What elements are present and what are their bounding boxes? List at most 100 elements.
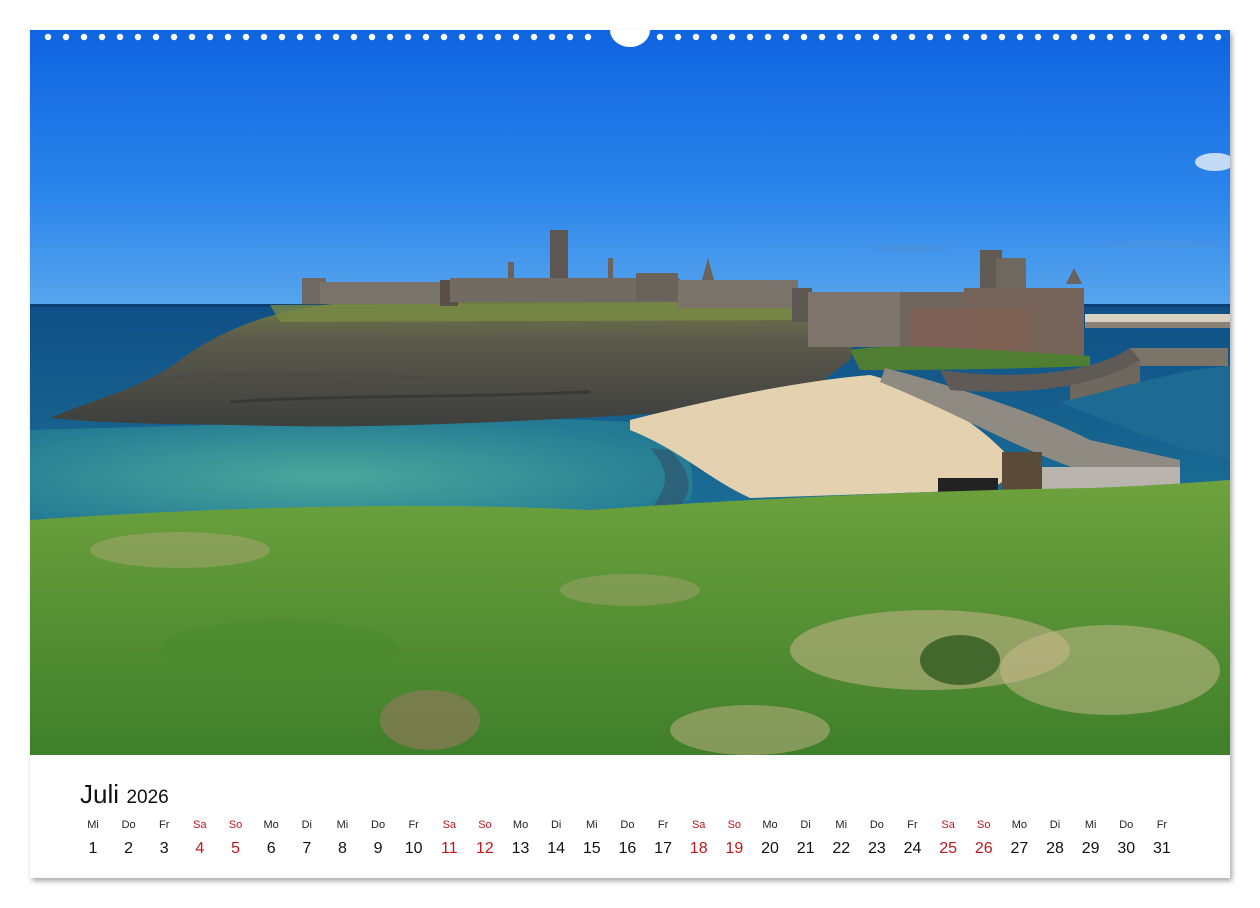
weekday-label: Mo xyxy=(762,819,778,831)
weekday-label: Mi xyxy=(835,819,848,831)
binding-hole xyxy=(836,33,844,41)
binding-hole xyxy=(332,33,340,41)
day-number: 6 xyxy=(266,840,276,857)
binding-hole xyxy=(116,33,124,41)
weekday-label: So xyxy=(977,819,991,831)
weekday-label: Do xyxy=(869,819,884,831)
calendar-page: Juli 2026 Mi 1 Do 2 Fr 3 Sa 4 So 5 Mo 6 Di 7 Mi 8 Do 9 Fr 1… xyxy=(30,30,1230,878)
weekday-label: So xyxy=(727,819,742,831)
month-title: Juli 2026 xyxy=(80,779,169,810)
weekday-label: Mo xyxy=(1011,819,1028,831)
day-number: 22 xyxy=(832,840,851,857)
binding-hole xyxy=(260,33,268,41)
binding-hole xyxy=(800,33,808,41)
binding-hole xyxy=(566,33,574,41)
binding-hole xyxy=(872,33,880,41)
binding-hole xyxy=(350,33,358,41)
weekday-label: Fr xyxy=(408,819,419,831)
binding-hole xyxy=(1160,33,1168,41)
landscape-photo xyxy=(30,30,1230,755)
day-number: 27 xyxy=(1010,840,1029,857)
day-number: 1 xyxy=(88,840,98,857)
day-number: 15 xyxy=(582,840,601,857)
weekday-label: Di xyxy=(301,819,312,831)
weekday-label: Di xyxy=(1049,819,1061,831)
weekday-label: So xyxy=(478,819,492,831)
binding-hole xyxy=(656,33,664,41)
binding-hole xyxy=(1214,33,1222,41)
weekday-label: Mi xyxy=(336,819,349,831)
binding-hole xyxy=(764,33,772,41)
binding-hole xyxy=(1052,33,1060,41)
day-number: 5 xyxy=(231,840,240,857)
weekday-label: Do xyxy=(121,819,136,831)
binding-hole xyxy=(1178,33,1186,41)
binding-hole xyxy=(1088,33,1096,41)
binding-hole xyxy=(998,33,1006,41)
binding-hole xyxy=(494,33,502,41)
day-number: 3 xyxy=(159,840,169,857)
day-number: 20 xyxy=(761,840,779,857)
day-number: 24 xyxy=(903,840,922,857)
binding-hole xyxy=(692,33,700,41)
weekday-label: Mi xyxy=(87,819,99,831)
binding-hole xyxy=(476,33,484,41)
day-number: 12 xyxy=(476,840,494,857)
day-number: 26 xyxy=(974,840,993,857)
binding-hole xyxy=(944,33,952,41)
binding-hole xyxy=(386,33,394,41)
weekday-label: Do xyxy=(620,819,635,831)
day-number: 31 xyxy=(1152,840,1171,857)
weekday-label: Sa xyxy=(691,819,706,831)
day-number: 29 xyxy=(1081,840,1100,857)
year-label: 2026 xyxy=(126,787,169,808)
binding-hole xyxy=(368,33,376,41)
weekday-label: Fr xyxy=(1156,819,1168,831)
weekday-label: Do xyxy=(1119,819,1134,831)
binding-hole xyxy=(1016,33,1024,41)
day-number: 7 xyxy=(302,840,312,857)
weekday-label: Do xyxy=(371,819,386,831)
day-number: 13 xyxy=(511,840,530,857)
day-number: 30 xyxy=(1117,840,1136,857)
binding-hole xyxy=(1034,33,1042,41)
weekday-label: Mo xyxy=(512,819,529,831)
weekday-label: Sa xyxy=(193,819,207,831)
binding-hole xyxy=(746,33,754,41)
day-number: 17 xyxy=(654,840,672,857)
binding-hole xyxy=(584,33,592,41)
weekday-label: Sa xyxy=(442,819,457,831)
binding-hole xyxy=(926,33,934,41)
binding-hole xyxy=(908,33,916,41)
binding-hole xyxy=(242,33,250,41)
binding-hole xyxy=(1070,33,1078,41)
weekday-label: Di xyxy=(800,819,811,831)
binding-hole xyxy=(44,33,52,41)
binding-hole xyxy=(1142,33,1150,41)
day-number: 23 xyxy=(867,840,886,857)
binding-hole xyxy=(224,33,232,41)
calendar-strip: Juli 2026 Mi 1 Do 2 Fr 3 Sa 4 So 5 Mo 6 Di 7 Mi 8 Do 9 Fr 1… xyxy=(30,755,1230,878)
binding-hole xyxy=(98,33,106,41)
day-number: 28 xyxy=(1046,840,1064,857)
day-number: 10 xyxy=(404,840,423,857)
day-number: 4 xyxy=(195,840,205,857)
day-number: 14 xyxy=(547,840,566,857)
binding-hole xyxy=(1196,33,1204,41)
binding-hole xyxy=(440,33,448,41)
day-number: 21 xyxy=(796,840,815,857)
binding-hole xyxy=(728,33,736,41)
day-number: 8 xyxy=(337,840,347,857)
binding-hole xyxy=(1106,33,1114,41)
binding-hole xyxy=(170,33,178,41)
binding-hole xyxy=(188,33,196,41)
binding-hole xyxy=(1124,33,1132,41)
binding-hole xyxy=(80,33,88,41)
month-name: Juli xyxy=(80,779,120,809)
weekday-label: Mi xyxy=(586,819,598,831)
binding-hole xyxy=(512,33,520,41)
binding-hole xyxy=(980,33,988,41)
binding-hole xyxy=(458,33,466,41)
binding-hole xyxy=(278,33,286,41)
binding-hole xyxy=(314,33,322,41)
